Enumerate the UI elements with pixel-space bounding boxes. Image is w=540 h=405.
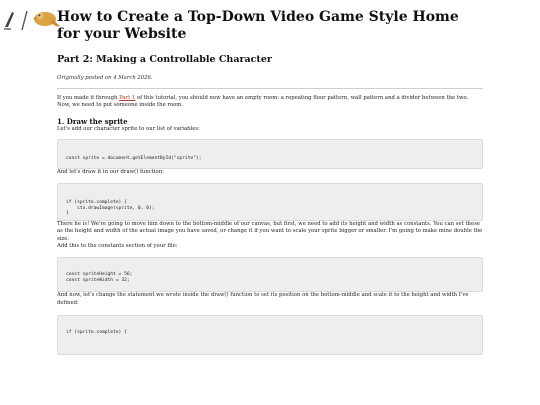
code-line: const spriteWidth = 32; — [66, 277, 130, 283]
page-title: How to Create a Top-Down Video Game Styl… — [57, 9, 459, 42]
logo-separator-icon — [21, 10, 28, 31]
article: How to Create a Top-Down Video Game Styl… — [57, 0, 483, 355]
part-1-link[interactable]: Part 1 — [119, 95, 135, 101]
site-logo[interactable] — [2, 8, 62, 32]
paragraph-change-statement: And now, let's change the statement we w… — [57, 292, 469, 306]
paragraph-constants-section: Add this to the constants section of you… — [57, 243, 178, 250]
part-subtitle: Part 2: Making a Controllable Character — [57, 54, 272, 65]
code-block-scaled-sprite[interactable]: if (sprite.complete) { — [57, 314, 483, 355]
section-heading-draw-sprite: 1. Draw the sprite — [57, 116, 128, 126]
code-block-sprite-variable[interactable]: const sprite = document.getElementById("… — [57, 138, 483, 169]
posted-date: Originally posted on 4 March 2026. — [57, 75, 153, 81]
quill-icon — [5, 12, 14, 27]
paragraph-move-sprite: There he is! We're going to move him dow… — [57, 221, 483, 242]
pen-and-parrot-logo-icon — [4, 10, 60, 31]
intro-text-before: If you made it through — [57, 95, 120, 101]
divider — [57, 88, 483, 89]
code-block-draw-sprite[interactable]: if (sprite.complete) { ctx.drawImage(spr… — [57, 183, 483, 222]
intro-paragraph: If you made it through Part 1 of this tu… — [57, 95, 483, 110]
code-line: const sprite = document.getElementById("… — [66, 155, 202, 161]
code-line: if (sprite.complete) { — [66, 329, 127, 335]
code-line: } — [66, 210, 69, 216]
code-block-sprite-constants[interactable]: const spriteHeight = 56; const spriteWid… — [57, 257, 483, 293]
paragraph-add-variable: Let's add our character sprite to our li… — [57, 125, 200, 132]
paragraph-draw-function: And let's draw it in our draw() function… — [57, 168, 164, 175]
